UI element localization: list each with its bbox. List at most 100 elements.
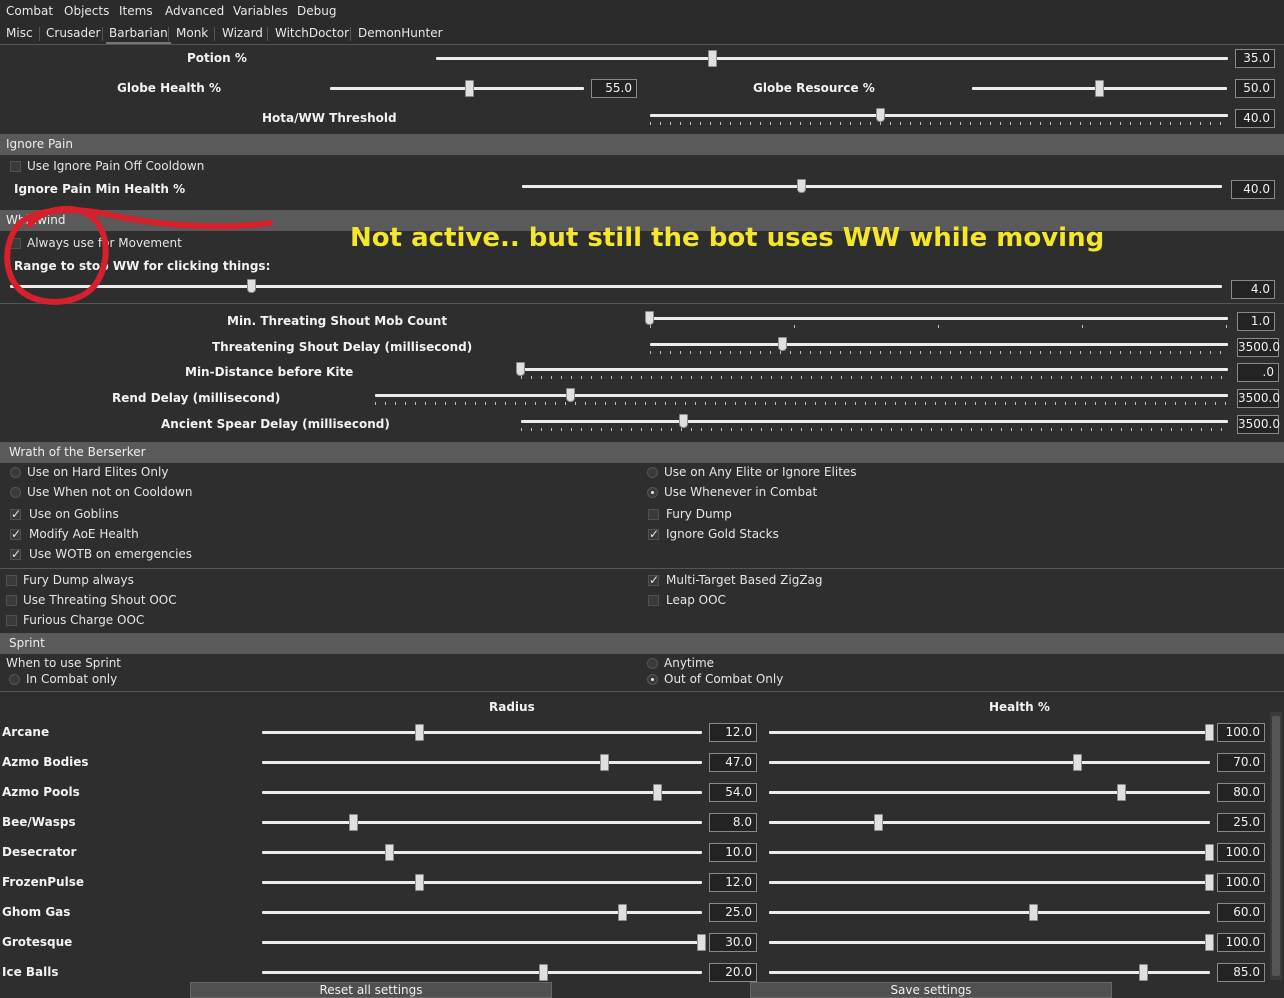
radius-slider[interactable]	[262, 844, 702, 861]
not-cooldown-radio[interactable]	[10, 487, 21, 498]
threat-ooc-checkbox[interactable]	[6, 595, 17, 606]
any-elite-radio[interactable]	[647, 467, 658, 478]
slider-thumb[interactable]	[1205, 874, 1214, 891]
radius-slider[interactable]	[262, 964, 702, 981]
slider-thumb[interactable]	[874, 814, 884, 831]
slider-thumb[interactable]	[1028, 904, 1038, 921]
health-slider[interactable]	[769, 904, 1210, 921]
radius-slider[interactable]	[262, 784, 702, 801]
radius-value[interactable]: 12.0	[709, 873, 757, 892]
slider-thumb[interactable]	[415, 874, 425, 891]
hard-elites-radio[interactable]	[10, 467, 21, 478]
scrollbar[interactable]	[1270, 712, 1282, 980]
menu-debug[interactable]: Debug	[297, 4, 336, 18]
health-value[interactable]: 100.0	[1217, 843, 1265, 862]
health-slider[interactable]	[769, 934, 1214, 951]
tab-wizard[interactable]: Wizard	[222, 26, 263, 40]
health-value[interactable]: 60.0	[1217, 903, 1265, 922]
tab-misc[interactable]: Misc	[6, 26, 33, 40]
sprint-in-combat-radio[interactable]	[9, 674, 20, 685]
ignore-pain-off-cooldown-checkbox[interactable]	[10, 161, 21, 172]
radius-value[interactable]: 8.0	[709, 813, 757, 832]
health-slider[interactable]	[769, 724, 1214, 741]
spear-value[interactable]: 3500.0	[1237, 415, 1280, 434]
reset-settings-button[interactable]: Reset all settings	[190, 982, 552, 998]
potion-slider[interactable]	[436, 50, 1228, 67]
radius-value[interactable]: 30.0	[709, 933, 757, 952]
radius-slider[interactable]	[262, 724, 702, 741]
health-slider[interactable]	[769, 964, 1210, 981]
slider-thumb[interactable]	[464, 80, 474, 97]
radius-value[interactable]: 20.0	[709, 963, 757, 982]
aoe-health-checkbox[interactable]	[10, 527, 21, 541]
menu-variables[interactable]: Variables	[233, 4, 288, 18]
slider-thumb[interactable]	[384, 844, 394, 861]
slider-thumb[interactable]	[516, 362, 525, 376]
sprint-anytime-radio[interactable]	[647, 658, 658, 669]
slider-thumb[interactable]	[876, 108, 886, 122]
slider-thumb[interactable]	[600, 754, 610, 771]
kite-value[interactable]: .0	[1237, 363, 1279, 382]
radius-slider[interactable]	[262, 814, 702, 831]
menu-combat[interactable]: Combat	[6, 4, 53, 18]
ignore-pain-min-health-slider[interactable]	[522, 179, 1222, 193]
threat-mob-value[interactable]: 1.0	[1237, 312, 1275, 331]
slider-thumb[interactable]	[797, 179, 806, 193]
hota-slider[interactable]	[650, 108, 1228, 125]
slider-thumb[interactable]	[645, 311, 654, 325]
slider-thumb[interactable]	[566, 388, 576, 402]
slider-thumb[interactable]	[617, 904, 627, 921]
slider-thumb[interactable]	[697, 934, 706, 951]
tab-barbarian[interactable]: Barbarian	[106, 26, 171, 44]
tab-witchdoctor[interactable]: WitchDoctor	[275, 26, 349, 40]
slider-thumb[interactable]	[1205, 844, 1214, 861]
radius-slider[interactable]	[262, 904, 702, 921]
slider-thumb[interactable]	[678, 414, 688, 428]
slider-thumb[interactable]	[708, 50, 718, 67]
slider-thumb[interactable]	[1138, 964, 1148, 981]
slider-thumb[interactable]	[1205, 724, 1214, 741]
globe-resource-value[interactable]: 50.0	[1235, 79, 1275, 98]
whenever-combat-radio[interactable]	[647, 487, 658, 498]
gold-stacks-checkbox[interactable]	[648, 527, 659, 541]
radius-value[interactable]: 54.0	[709, 783, 757, 802]
health-slider[interactable]	[769, 874, 1214, 891]
save-settings-button[interactable]: Save settings	[750, 982, 1112, 998]
health-slider[interactable]	[769, 754, 1210, 771]
slider-thumb[interactable]	[349, 814, 359, 831]
fury-dump-checkbox[interactable]	[648, 509, 659, 520]
ignore-pain-min-health-value[interactable]: 40.0	[1231, 180, 1275, 199]
sprint-out-combat-radio[interactable]	[647, 674, 658, 685]
slider-thumb[interactable]	[653, 784, 662, 801]
emergencies-checkbox[interactable]	[10, 547, 21, 561]
slider-thumb[interactable]	[538, 964, 548, 981]
leap-ooc-checkbox[interactable]	[648, 595, 659, 606]
hota-value[interactable]: 40.0	[1235, 109, 1275, 128]
health-value[interactable]: 25.0	[1217, 813, 1265, 832]
health-slider[interactable]	[769, 814, 1210, 831]
health-slider[interactable]	[769, 784, 1210, 801]
health-value[interactable]: 100.0	[1217, 723, 1265, 742]
tab-monk[interactable]: Monk	[176, 26, 208, 40]
rend-slider[interactable]	[375, 388, 1228, 405]
globe-health-value[interactable]: 55.0	[591, 79, 637, 98]
slider-thumb[interactable]	[415, 724, 425, 741]
scroll-thumb[interactable]	[1272, 716, 1280, 976]
menu-items[interactable]: Items	[119, 4, 153, 18]
range-stop-ww-value[interactable]: 4.0	[1231, 280, 1275, 299]
health-value[interactable]: 80.0	[1217, 783, 1265, 802]
tab-crusader[interactable]: Crusader	[46, 26, 100, 40]
health-value[interactable]: 85.0	[1217, 963, 1265, 982]
health-value[interactable]: 100.0	[1217, 873, 1265, 892]
rend-value[interactable]: 3500.0	[1237, 389, 1280, 408]
radius-slider[interactable]	[262, 934, 706, 951]
globe-resource-slider[interactable]	[972, 80, 1227, 97]
radius-value[interactable]: 25.0	[709, 903, 757, 922]
spear-slider[interactable]	[521, 414, 1228, 431]
slider-thumb[interactable]	[1094, 80, 1104, 97]
slider-thumb[interactable]	[1116, 784, 1126, 801]
health-slider[interactable]	[769, 844, 1214, 861]
radius-slider[interactable]	[262, 874, 702, 891]
charge-ooc-checkbox[interactable]	[6, 615, 17, 626]
slider-thumb[interactable]	[1072, 754, 1082, 771]
